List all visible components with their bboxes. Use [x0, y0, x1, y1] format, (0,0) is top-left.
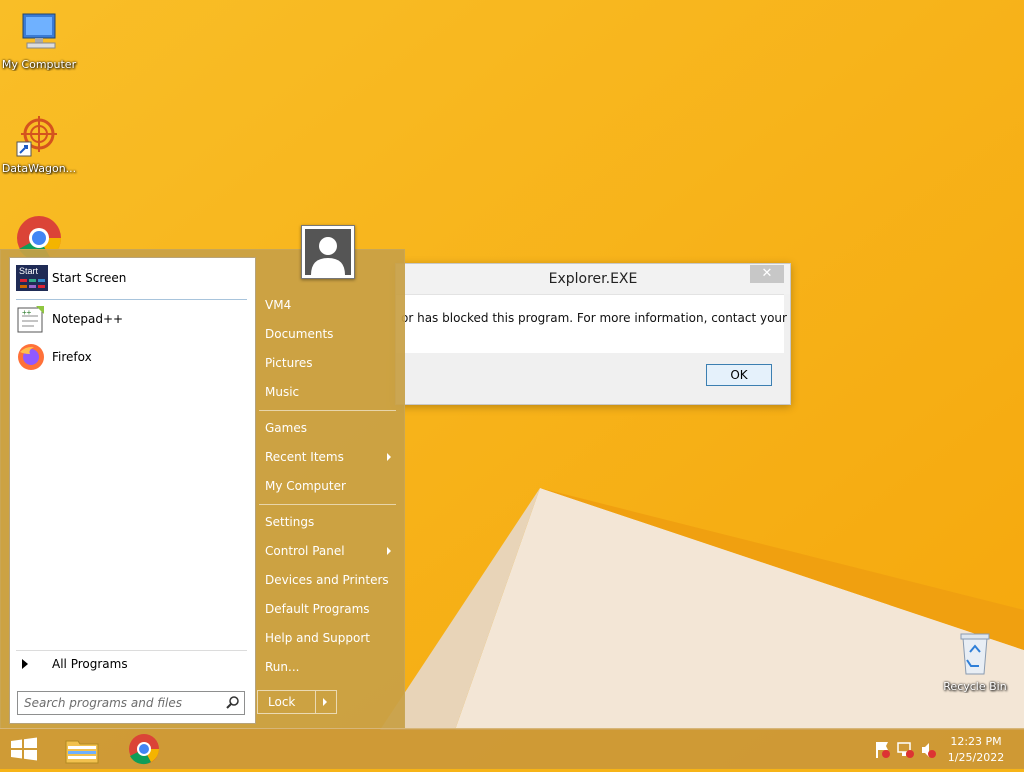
program-item-notepad-plus-plus[interactable]: ++ Notepad++ [16, 302, 246, 336]
programs-separator [16, 299, 247, 300]
ok-button[interactable]: OK [706, 364, 772, 386]
svg-text:Start: Start [19, 266, 39, 276]
start-right-item-pictures[interactable]: Pictures [265, 353, 395, 373]
dialog-titlebar[interactable]: Explorer.EXE ✕ [396, 264, 790, 294]
windows-logo-icon [11, 737, 37, 761]
start-right-item-control-panel[interactable]: Control Panel [265, 541, 395, 561]
lock-label: Lock [268, 695, 296, 709]
search-icon [226, 696, 239, 709]
start-right-item-default-programs[interactable]: Default Programs [265, 599, 395, 619]
system-tray [870, 729, 940, 769]
right-separator [259, 504, 396, 505]
start-right-item-games[interactable]: Games [265, 418, 395, 438]
taskbar-clock[interactable]: 12:23 PM 1/25/2022 [946, 734, 1006, 766]
start-right-item-help-and-support[interactable]: Help and Support [265, 628, 395, 648]
program-item-label: Notepad++ [52, 312, 124, 326]
program-item-firefox[interactable]: Firefox [16, 340, 246, 374]
program-item-label: Firefox [52, 350, 92, 364]
recycle-bin-icon [951, 630, 999, 678]
taskbar-chrome[interactable] [120, 729, 168, 769]
desktop-icon-recycle-bin[interactable]: Recycle Bin [936, 630, 1014, 693]
submenu-arrow-icon [387, 547, 391, 555]
search-input[interactable]: Search programs and files [17, 691, 245, 715]
action-center-flag-icon[interactable] [876, 742, 890, 758]
computer-icon [15, 8, 63, 56]
start-right-item-settings[interactable]: Settings [265, 512, 395, 532]
desktop-icon-label: DataWagon... [1, 162, 77, 175]
taskbar: 12:23 PM 1/25/2022 [0, 728, 1024, 769]
start-right-item-recent-items[interactable]: Recent Items [265, 447, 395, 467]
dialog-body: or has blocked this program. For more in… [396, 294, 787, 353]
user-avatar[interactable] [301, 225, 355, 279]
dialog-title: Explorer.EXE [548, 271, 638, 287]
desktop-icon-my-computer[interactable]: My Computer [0, 8, 78, 71]
desktop-icon-datawagon[interactable]: DataWagon... [0, 112, 78, 175]
datawagon-icon [15, 112, 63, 160]
program-item-start-screen[interactable]: Start Start Screen [16, 261, 246, 295]
desktop-icon-label: My Computer [1, 58, 77, 71]
network-icon[interactable] [897, 742, 914, 758]
start-right-item-documents[interactable]: Documents [265, 324, 395, 344]
start-right-item-devices-and-printers[interactable]: Devices and Printers [265, 570, 395, 590]
all-programs-separator [16, 650, 247, 651]
lock-button[interactable]: Lock [257, 690, 337, 714]
firefox-icon [16, 342, 46, 372]
right-item-label: Recent Items [265, 450, 344, 464]
chrome-icon [129, 734, 159, 765]
search-placeholder: Search programs and files [24, 696, 182, 710]
start-right-item-music[interactable]: Music [265, 382, 395, 402]
desktop-icon-label: Recycle Bin [943, 680, 1007, 693]
folder-icon [65, 740, 99, 764]
dialog-close-button[interactable]: ✕ [750, 265, 784, 283]
clock-date: 1/25/2022 [947, 751, 1005, 764]
right-separator [259, 410, 396, 411]
lock-options-arrow-icon[interactable] [323, 698, 327, 706]
arrow-right-icon [22, 659, 28, 669]
lock-divider [315, 691, 316, 713]
start-right-item-vm4[interactable]: VM4 [265, 295, 395, 315]
volume-muted-icon[interactable] [922, 743, 936, 758]
notepad-plus-plus-icon: ++ [16, 304, 46, 334]
all-programs-button[interactable]: All Programs [16, 654, 246, 674]
start-screen-icon: Start [16, 263, 48, 293]
right-item-label: Control Panel [265, 544, 345, 558]
all-programs-label: All Programs [52, 657, 128, 671]
submenu-arrow-icon [387, 453, 391, 461]
user-icon [311, 237, 345, 275]
program-item-label: Start Screen [52, 271, 127, 285]
start-right-item-run[interactable]: Run... [265, 657, 395, 677]
taskbar-file-explorer[interactable] [58, 729, 106, 769]
clock-time: 12:23 PM [950, 735, 1002, 748]
start-button[interactable] [0, 729, 48, 769]
svg-text:++: ++ [22, 308, 32, 317]
explorer-error-dialog: Explorer.EXE ✕ or has blocked this progr… [395, 263, 791, 405]
start-right-item-my-computer[interactable]: My Computer [265, 476, 395, 496]
dialog-message: or has blocked this program. For more in… [401, 311, 787, 325]
start-menu-programs-pane: Start Start Screen ++ Notepad++ Firefox … [9, 257, 256, 724]
